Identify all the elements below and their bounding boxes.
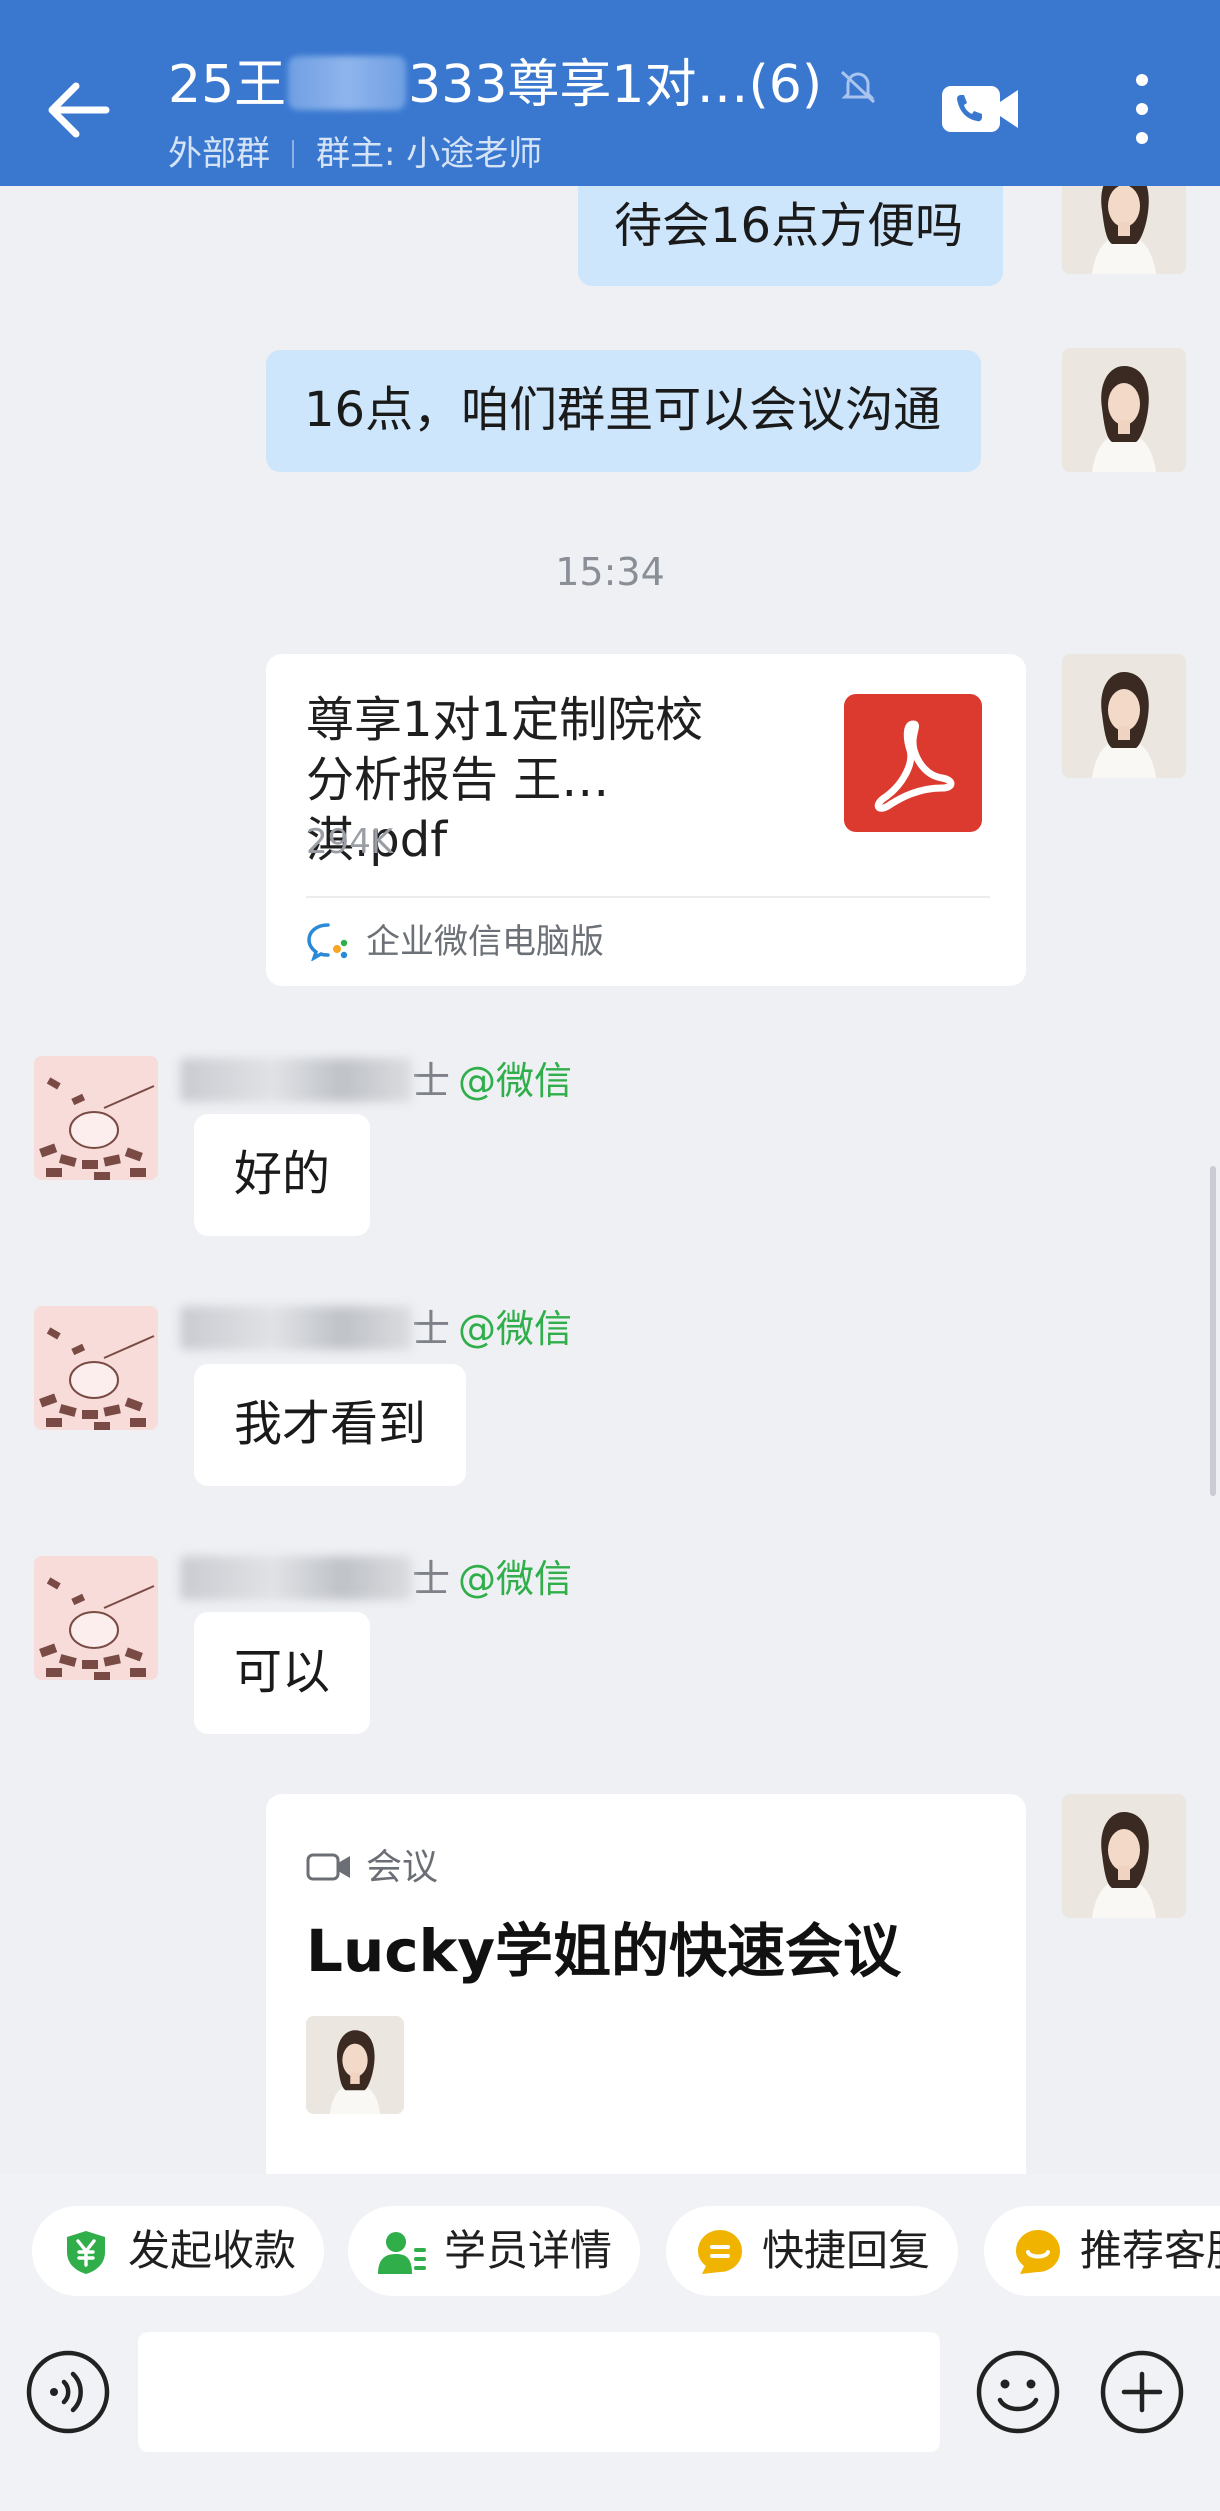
teacher-avatar-icon	[306, 2016, 404, 2114]
video-call-icon	[942, 86, 1018, 132]
chip-label: 学员详情	[444, 2226, 613, 2275]
title-prefix: 25王	[168, 55, 287, 115]
avatar[interactable]	[34, 1556, 158, 1680]
cartoon-avatar-icon	[34, 1306, 158, 1430]
wechat-tag: @微信	[458, 1557, 573, 1601]
smiley-icon	[976, 2350, 1060, 2434]
file-source: 企业微信电脑版	[306, 914, 604, 963]
meeting-type-label: 会议	[366, 1847, 439, 1888]
avatar[interactable]	[34, 1056, 158, 1180]
file-source-label: 企业微信电脑版	[366, 922, 604, 962]
meeting-message-card[interactable]: 会议 Lucky学姐的快速会议	[266, 1794, 1026, 2174]
title-suffix: 333尊享1对…(6)	[408, 55, 823, 115]
quick-action-recommend[interactable]: 推荐客服	[984, 2206, 1220, 2296]
redacted-name	[288, 56, 407, 110]
message-text: 好的	[234, 1146, 331, 1202]
message-text: 我才看到	[234, 1396, 427, 1452]
chat-subtitle: 外部群 群主: 小途老师	[168, 126, 542, 175]
file-name-line: 尊享1对1定制院校	[306, 692, 704, 748]
quick-action-bar: 发起收款 学员详情 快捷回复 推荐客服	[0, 2174, 1220, 2324]
group-owner-label: 群主: 小途老师	[316, 134, 543, 174]
quick-action-student-details[interactable]: 学员详情	[348, 2206, 640, 2296]
meeting-type: 会议	[306, 1838, 438, 1890]
quick-action-quick-reply[interactable]: 快捷回复	[666, 2206, 958, 2296]
video-camera-icon	[306, 1853, 350, 1881]
more-options-button[interactable]	[1118, 66, 1166, 152]
avatar[interactable]	[34, 1306, 158, 1430]
redacted-name	[180, 1556, 412, 1600]
message-bubble-outgoing[interactable]: 待会16点方便吗	[578, 186, 1004, 286]
wechat-tag: @微信	[458, 1307, 573, 1351]
divider	[292, 140, 294, 168]
pdf-file-icon	[844, 694, 982, 832]
message-list[interactable]: 待会16点方便吗 16点，咱们群里可以会议沟通 15:34 尊享1对1定制院校 …	[0, 186, 1220, 2174]
chat-title[interactable]: 25王 333尊享1对…(6)	[168, 50, 928, 120]
quick-action-collect-payment[interactable]: 发起收款	[32, 2206, 324, 2296]
mute-bell-icon	[841, 70, 876, 104]
file-size: 294K	[306, 822, 394, 862]
chip-label: 发起收款	[128, 2226, 297, 2275]
cartoon-avatar-icon	[34, 1056, 158, 1180]
teacher-avatar-icon	[1062, 654, 1186, 778]
redacted-name	[180, 1058, 412, 1102]
input-bar	[0, 2324, 1220, 2511]
chip-label: 推荐客服	[1080, 2226, 1220, 2275]
meeting-title: Lucky学姐的快速会议	[306, 1917, 902, 1985]
sender-name: 士 @微信	[180, 1548, 572, 1603]
more-functions-button[interactable]	[1098, 2348, 1186, 2436]
sender-name-suffix: 士	[412, 1059, 451, 1103]
message-text: 可以	[234, 1644, 331, 1700]
group-type-label: 外部群	[168, 134, 270, 174]
home-indicator	[0, 2482, 1220, 2511]
message-bubble-outgoing[interactable]: 16点，咱们群里可以会议沟通	[266, 350, 982, 472]
chip-label: 快捷回复	[762, 2226, 931, 2275]
chat-header: 25王 333尊享1对…(6) 外部群 群主: 小途老师	[0, 0, 1220, 186]
cartoon-avatar-icon	[34, 1556, 158, 1680]
teacher-avatar-icon	[1062, 348, 1186, 472]
avatar[interactable]	[1062, 348, 1186, 472]
avatar[interactable]	[1062, 1794, 1186, 1918]
sender-name: 士 @微信	[180, 1298, 572, 1353]
back-button[interactable]	[40, 70, 120, 150]
voice-icon	[26, 2350, 110, 2434]
wechat-tag: @微信	[458, 1059, 573, 1103]
message-text: 待会16点方便吗	[614, 198, 964, 254]
message-bubble-incoming[interactable]: 我才看到	[194, 1364, 467, 1486]
message-input[interactable]	[138, 2332, 940, 2452]
message-bubble-incoming[interactable]: 好的	[194, 1114, 371, 1236]
more-vertical-icon	[1136, 74, 1148, 144]
sender-name-suffix: 士	[412, 1307, 451, 1351]
voice-input-button[interactable]	[24, 2348, 112, 2436]
recommend-icon	[1016, 2230, 1060, 2274]
plus-icon	[1100, 2350, 1184, 2434]
sender-name: 士 @微信	[180, 1050, 572, 1105]
scrollbar[interactable]	[1210, 1166, 1216, 1496]
meeting-host-avatar	[306, 2016, 404, 2114]
message-bubble-incoming[interactable]: 可以	[194, 1612, 371, 1734]
avatar[interactable]	[1062, 186, 1186, 274]
timestamp: 15:34	[555, 550, 665, 594]
emoji-button[interactable]	[974, 2348, 1062, 2436]
quick-reply-icon	[698, 2230, 742, 2274]
arrow-left-icon	[48, 82, 110, 138]
avatar[interactable]	[1062, 654, 1186, 778]
student-icon	[378, 2232, 426, 2274]
message-text: 16点，咱们群里可以会议沟通	[304, 382, 942, 438]
teacher-avatar-icon	[1062, 186, 1186, 274]
video-call-button[interactable]	[940, 74, 1022, 144]
sender-name-suffix: 士	[412, 1557, 451, 1601]
yuan-shield-icon	[67, 2231, 105, 2274]
file-message-card[interactable]: 尊享1对1定制院校 分析报告 王…淇.pdf 294K 企业微信电脑版	[266, 654, 1026, 986]
wecom-logo-icon	[307, 923, 348, 961]
divider	[306, 896, 990, 898]
teacher-avatar-icon	[1062, 1794, 1186, 1918]
redacted-name	[180, 1306, 412, 1350]
